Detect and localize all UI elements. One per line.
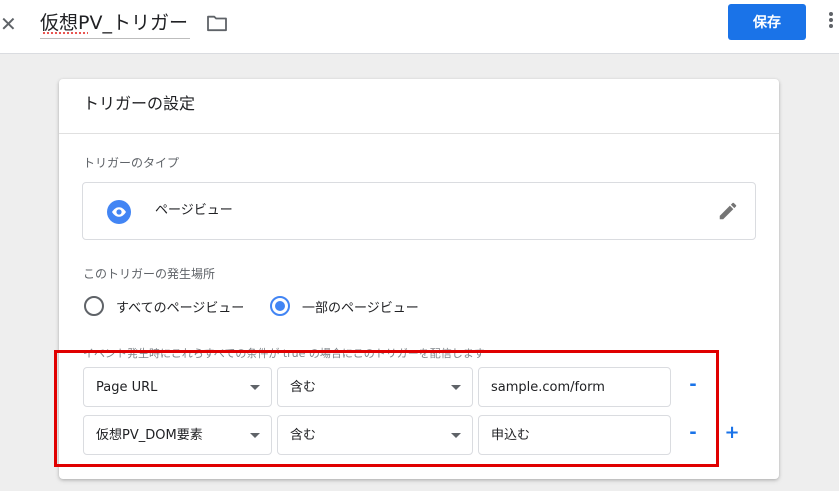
- save-button[interactable]: 保存: [728, 4, 806, 40]
- pencil-icon[interactable]: [717, 200, 739, 222]
- trigger-type-name: ページビュー: [155, 203, 233, 218]
- radio-label: 一部のページビュー: [302, 300, 419, 316]
- top-bar: ✕ 仮想PV_トリガー 保存: [0, 0, 839, 54]
- folder-icon[interactable]: [206, 14, 228, 32]
- trigger-type-label: トリガーのタイプ: [83, 156, 180, 170]
- radio-unchecked-icon: [84, 296, 104, 316]
- close-icon[interactable]: ✕: [0, 13, 17, 35]
- spellcheck-underline: [42, 32, 88, 35]
- card-title: トリガーの設定: [83, 94, 196, 113]
- radio-checked-icon: [270, 296, 290, 316]
- fire-on-label: このトリガーの発生場所: [83, 267, 216, 281]
- radio-label: すべてのページビュー: [116, 300, 245, 316]
- add-condition-button[interactable]: +: [723, 421, 741, 445]
- eye-icon: [107, 200, 131, 224]
- more-vert-icon[interactable]: [829, 12, 835, 34]
- highlight-frame: [54, 350, 719, 467]
- trigger-type-selector[interactable]: ページビュー: [82, 182, 756, 240]
- card-divider: [59, 133, 779, 134]
- radio-some-pageviews[interactable]: 一部のページビュー: [270, 294, 419, 318]
- radio-all-pageviews[interactable]: すべてのページビュー: [84, 294, 244, 318]
